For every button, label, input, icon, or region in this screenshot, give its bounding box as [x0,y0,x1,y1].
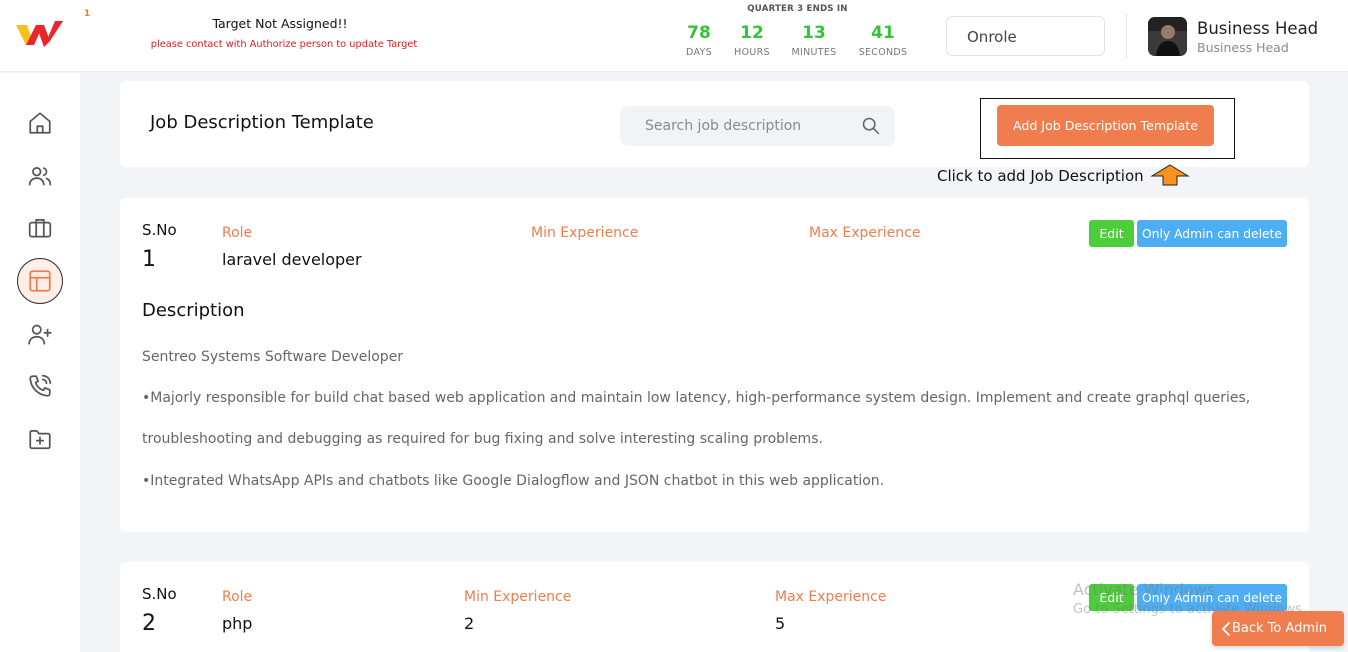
search-box [620,106,895,146]
min-experience-label: Min Experience [531,225,639,241]
countdown-minutes: 13 MINUTES [779,22,849,58]
countdown-value: 41 [871,23,895,43]
serial-number: 2 [142,611,156,636]
countdown-unit: HOURS [734,47,770,58]
min-experience-label: Min Experience [464,589,572,605]
countdown-unit: MINUTES [791,47,837,58]
arrow-up-icon [1150,164,1190,186]
role-label: Role [222,225,253,241]
sidebar-item-home[interactable] [17,100,63,146]
users-icon [28,167,52,186]
description-line: •Integrated WhatsApp APIs and chatbots l… [142,473,885,489]
watermark-title: Activate Windows [1073,580,1216,599]
role-label: Role [222,589,253,605]
header-divider [1126,14,1127,58]
back-to-admin-label: Back To Admin [1232,621,1327,636]
home-icon [29,112,51,134]
description-line: •Majorly responsible for build chat base… [142,390,1251,406]
max-experience-value: 5 [775,614,786,633]
company-logo[interactable] [16,19,64,51]
description-line: Sentreo Systems Software Developer [142,349,404,365]
description-heading: Description [142,300,245,321]
countdown-seconds: 41 SECONDS [848,22,918,58]
sidebar-item-calls[interactable] [17,363,63,409]
countdown-value: 13 [802,23,826,43]
sidebar-item-documents[interactable] [17,416,63,462]
serial-label: S.No [142,221,177,239]
role-value: laravel developer [222,250,362,269]
phone-call-icon [29,374,52,397]
avatar[interactable] [1148,17,1187,56]
template-icon [29,270,51,292]
chevron-left-icon [1222,622,1230,636]
sidebar-item-jobs[interactable] [17,205,63,251]
sidebar-item-add-user[interactable] [17,311,63,357]
min-experience-value: 2 [464,614,475,633]
max-experience-label: Max Experience [775,589,887,605]
sidebar-item-team[interactable] [17,153,63,199]
countdown-value: 12 [740,23,764,43]
user-name[interactable]: Business Head [1197,19,1318,38]
role-value: php [222,614,253,633]
folder-plus-icon [29,430,51,450]
back-to-admin-button[interactable]: Back To Admin [1212,611,1344,646]
edit-button[interactable]: Edit [1089,220,1134,247]
user-plus-icon [28,324,52,345]
description-line: troubleshooting and debugging as require… [142,431,823,447]
countdown-hours: 12 HOURS [717,22,787,58]
target-status-title: Target Not Assigned!! [212,16,348,31]
briefcase-icon [28,219,52,238]
job-description-card: S.No 1 Role laravel developer Min Experi… [120,198,1309,532]
user-role: Business Head [1197,40,1289,55]
annotation-hint: Click to add Job Description [937,167,1144,185]
page-title: Job Description Template [150,112,374,133]
serial-label: S.No [142,585,177,603]
quarter-countdown-label: QUARTER 3 ENDS IN [747,4,848,14]
serial-number: 1 [142,247,156,272]
sidebar [0,73,80,652]
search-icon[interactable] [860,115,881,136]
search-input[interactable] [620,106,850,146]
top-header: 1 Target Not Assigned!! please contact w… [0,0,1348,72]
max-experience-label: Max Experience [809,225,921,241]
target-status-message: please contact with Authorize person to … [150,39,418,50]
notification-badge: 1 [84,9,91,19]
countdown-unit: SECONDS [858,47,908,58]
employment-type-select[interactable]: Onrole [946,16,1105,56]
delete-button[interactable]: Only Admin can delete [1137,220,1287,247]
add-job-description-template-button[interactable]: Add Job Description Template [997,105,1214,146]
sidebar-item-job-templates[interactable] [17,258,63,304]
